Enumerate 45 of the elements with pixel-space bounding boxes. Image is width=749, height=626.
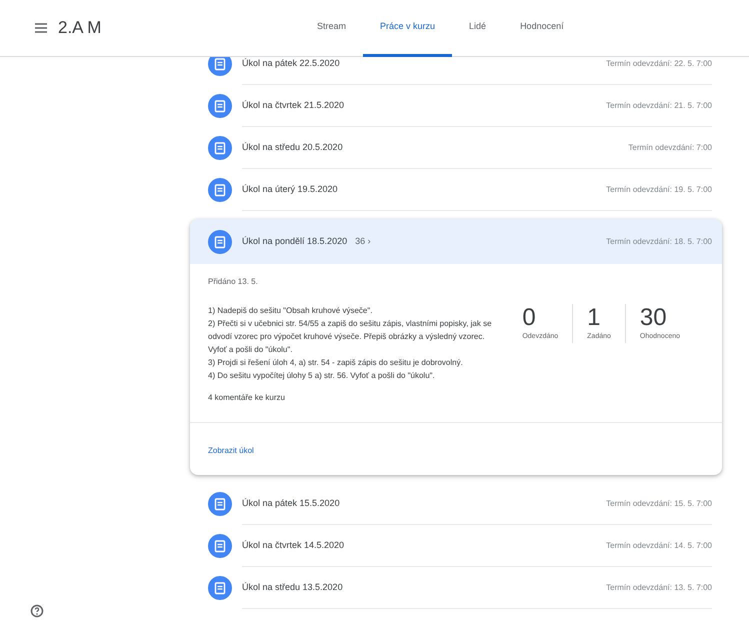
tab[interactable]: Hodnocení <box>503 0 581 57</box>
assignment-icon <box>208 230 232 254</box>
assignment-icon <box>208 534 232 558</box>
tab[interactable]: Stream <box>300 0 364 57</box>
assignment-title[interactable]: Úkol na pátek 22.5.2020 <box>242 57 340 70</box>
class-comments: 4 komentáře ke kurzu <box>208 392 286 404</box>
assignment-title[interactable]: Úkol na středu 13.5.2020 <box>242 580 343 594</box>
tab[interactable]: Práce v kurzu <box>363 0 452 57</box>
posted-date: Přidáno 13. 5. <box>208 276 259 288</box>
due-date: Termín odevzdání: 14. 5. 7:00 <box>606 540 712 552</box>
stat-value: 30 <box>640 304 668 332</box>
assignment-title[interactable]: Úkol na pátek 15.5.2020 <box>242 496 340 510</box>
assignment-icon <box>208 576 232 600</box>
assignment-row[interactable]: Úkol na čtvrtek 21.5.2020 Termín odevzdání: 21. 5. 7:00 <box>190 85 722 127</box>
assignment-row[interactable]: Úkol na úterý 19.5.2020 Termín odevzdání: 19. 5. 7:00 <box>190 169 722 211</box>
tab[interactable]: Lidé <box>452 0 504 57</box>
due-date: Termín odevzdání: 7:00 <box>628 142 712 154</box>
assignment-row[interactable]: Úkol na středu 13.5.2020 Termín odevzdání: 13. 5. 7:00 <box>190 567 722 609</box>
due-date: Termín odevzdání: 22. 5. 7:00 <box>606 58 712 70</box>
assignment-icon <box>208 492 232 516</box>
assignment-title[interactable]: Úkol na středu 20.5.2020 <box>242 140 343 154</box>
assignment-title[interactable]: Úkol na čtvrtek 21.5.2020 <box>242 98 344 112</box>
stat-value: 1 <box>587 304 602 332</box>
assignment-title[interactable]: Úkol na čtvrtek 14.5.2020 <box>242 538 344 552</box>
due-date: Termín odevzdání: 15. 5. 7:00 <box>606 498 712 510</box>
due-date: Termín odevzdání: 19. 5. 7:00 <box>606 184 712 196</box>
view-assignment-link[interactable]: Zobrazit úkol <box>208 446 254 455</box>
help-icon[interactable] <box>30 604 44 618</box>
assignment-title[interactable]: Úkol na pondělí 18.5.2020 <box>242 234 348 248</box>
course-title: 2.A M <box>58 17 102 40</box>
assignment-description: 1) Nadepiš do sešitu "Obsah kruhové výseče". 2) Přečti si v učebnici str. 54/55 a zapiš do sešitu zápis, vlastními popisky, jak se odvodí vzorec pro výpočet kruhové výseče. Přepiš obrázky a výsledný vzorec. Vyfoť a pošli do "úkolu". 3) Projdi si řešení úloh 4, a) str. 54 - zapiš zápis do sešitu je dobrovolný. 4) Do sešitu vypočítej úlohy 5 a) str. 56. Vyfoť a pošli do "úkolu". <box>208 305 493 382</box>
menu-icon[interactable] <box>34 21 48 35</box>
assignment-row[interactable]: Úkol na pátek 22.5.2020 Termín odevzdání: 22. 5. 7:00 <box>190 57 722 85</box>
assignment-icon <box>208 94 232 118</box>
stat-value: 0 <box>522 304 537 332</box>
assignment-icon <box>208 178 232 202</box>
due-date: Termín odevzdání: 13. 5. 7:00 <box>606 582 712 594</box>
assignment-title[interactable]: Úkol na úterý 19.5.2020 <box>242 182 338 196</box>
assignment-meta: 36 › <box>355 234 371 248</box>
due-date: Termín odevzdání: 18. 5. 7:00 <box>606 236 712 248</box>
assignment-row[interactable]: Úkol na pátek 15.5.2020 Termín odevzdání: 15. 5. 7:00 <box>190 483 722 525</box>
assignment-row[interactable]: Úkol na středu 20.5.2020 Termín odevzdání: 7:00 <box>190 127 722 169</box>
assignment-row[interactable]: Úkol na čtvrtek 14.5.2020 Termín odevzdání: 14. 5. 7:00 <box>190 525 722 567</box>
due-date: Termín odevzdání: 21. 5. 7:00 <box>606 100 712 112</box>
assignment-icon <box>208 136 232 160</box>
